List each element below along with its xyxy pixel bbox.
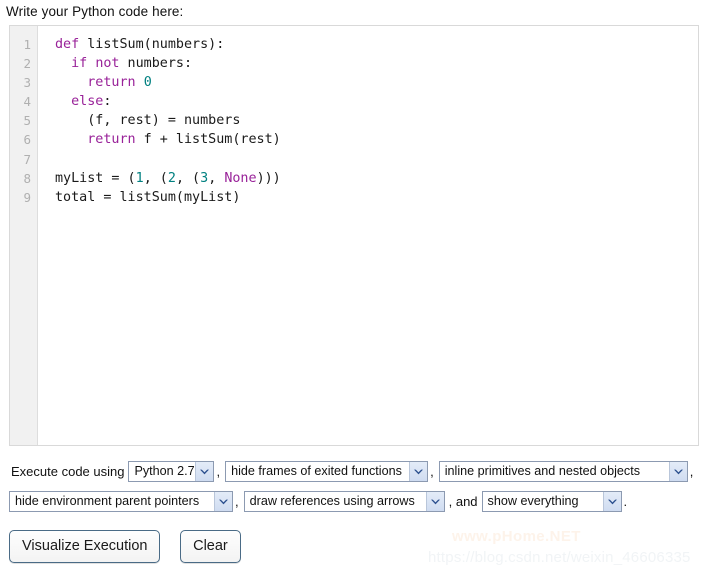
code-line: def listSum(numbers): <box>55 35 698 54</box>
separator-comma-1: , <box>216 464 221 479</box>
and-label: , and <box>448 494 478 509</box>
inline-primitives-select[interactable]: inline primitives and nested objects <box>438 461 688 482</box>
code-text-area[interactable]: def listSum(numbers): if not numbers: re… <box>39 26 698 445</box>
code-token: not <box>95 56 120 72</box>
code-token: , ( <box>175 170 201 186</box>
code-token: 1 <box>135 170 144 186</box>
code-token: f + listSum(rest) <box>135 132 281 148</box>
python-version-select[interactable]: Python 2.7 <box>128 461 215 482</box>
code-token: return <box>87 75 136 91</box>
line-number: 9 <box>23 189 31 205</box>
code-line: if not numbers: <box>55 54 698 73</box>
code-token: , ( <box>143 170 168 186</box>
line-number: 5 <box>23 113 31 129</box>
code-line: myList = (1, (2, (3, None))) <box>55 169 698 188</box>
visualize-execution-button[interactable]: Visualize Execution <box>9 530 161 563</box>
code-token: return <box>87 132 136 148</box>
code-line: else: <box>55 92 698 111</box>
separator-comma-4: , <box>235 494 239 509</box>
code-line: return f + listSum(rest) <box>55 130 698 149</box>
code-token: else <box>71 94 104 110</box>
options-panel: Execute code using Python 2.7 , hide fra… <box>8 459 706 519</box>
chevron-down-icon[interactable] <box>214 492 232 511</box>
code-token: , <box>208 170 225 186</box>
execute-code-using-label: Execute code using <box>11 464 125 479</box>
line-number: 3 <box>23 75 31 91</box>
line-number: 4 <box>23 94 31 110</box>
env-parent-pointers-select[interactable]: hide environment parent pointers <box>9 491 233 512</box>
watermark-csdn: https://blog.csdn.net/weixin_46606335 <box>428 549 691 566</box>
watermark-phome: www.pHome.NET <box>452 528 581 545</box>
frames-display-select[interactable]: hide frames of exited functions <box>225 461 429 482</box>
code-token: numbers: <box>119 56 193 72</box>
code-token: 3 <box>200 170 209 186</box>
line-number: 7 <box>23 151 31 167</box>
separator-comma-2: , <box>430 464 434 479</box>
code-token: total = listSum(myList) <box>55 189 241 205</box>
code-token: 2 <box>167 170 176 186</box>
inline-primitives-value: inline primitives and nested objects <box>444 464 641 479</box>
action-buttons: Visualize Execution Clear <box>9 530 257 563</box>
trailing-period: . <box>623 494 628 509</box>
chevron-down-icon[interactable] <box>602 492 621 511</box>
detail-level-value: show everything <box>487 494 579 509</box>
code-line: return 0 <box>55 73 698 92</box>
code-token: (f, rest) = numbers <box>55 113 241 129</box>
code-line: (f, rest) = numbers <box>55 111 698 130</box>
detail-level-select[interactable]: show everything <box>481 491 622 512</box>
chevron-down-icon[interactable] <box>668 462 687 481</box>
code-token: listSum(numbers): <box>79 37 225 52</box>
code-token: 0 <box>143 75 152 91</box>
code-token: None <box>224 170 257 186</box>
page-title: Write your Python code here: <box>6 4 184 19</box>
code-line: total = listSum(myList) <box>55 188 698 207</box>
code-token: : <box>103 94 112 110</box>
line-number-gutter: 1 2 3 4 5 6 7 8 9 <box>10 26 38 445</box>
line-number: 6 <box>23 132 31 148</box>
options-row-1: Execute code using Python 2.7 , hide fra… <box>8 459 706 484</box>
code-token: def <box>55 37 80 52</box>
chevron-down-icon[interactable] <box>195 462 214 481</box>
line-number-list: 1 2 3 4 5 6 7 8 9 <box>10 26 37 207</box>
line-number: 8 <box>23 170 31 186</box>
code-token: myList = ( <box>55 170 136 186</box>
line-number: 2 <box>23 56 31 72</box>
frames-display-value: hide frames of exited functions <box>231 464 402 479</box>
references-style-value: draw references using arrows <box>249 494 415 509</box>
references-style-select[interactable]: draw references using arrows <box>243 491 445 512</box>
clear-button[interactable]: Clear <box>180 530 241 563</box>
code-token: if <box>71 56 88 72</box>
chevron-down-icon[interactable] <box>425 492 444 511</box>
line-number: 1 <box>23 37 31 52</box>
chevron-down-icon[interactable] <box>409 462 428 481</box>
python-version-value: Python 2.7 <box>134 464 195 479</box>
code-editor[interactable]: 1 2 3 4 5 6 7 8 9 def listSum(numbers): if not n… <box>9 25 699 446</box>
options-row-2: hide environment parent pointers , draw … <box>8 489 706 514</box>
separator-comma-3: , <box>689 464 694 479</box>
code-token: ))) <box>256 170 281 186</box>
env-parent-pointers-value: hide environment parent pointers <box>15 494 200 509</box>
